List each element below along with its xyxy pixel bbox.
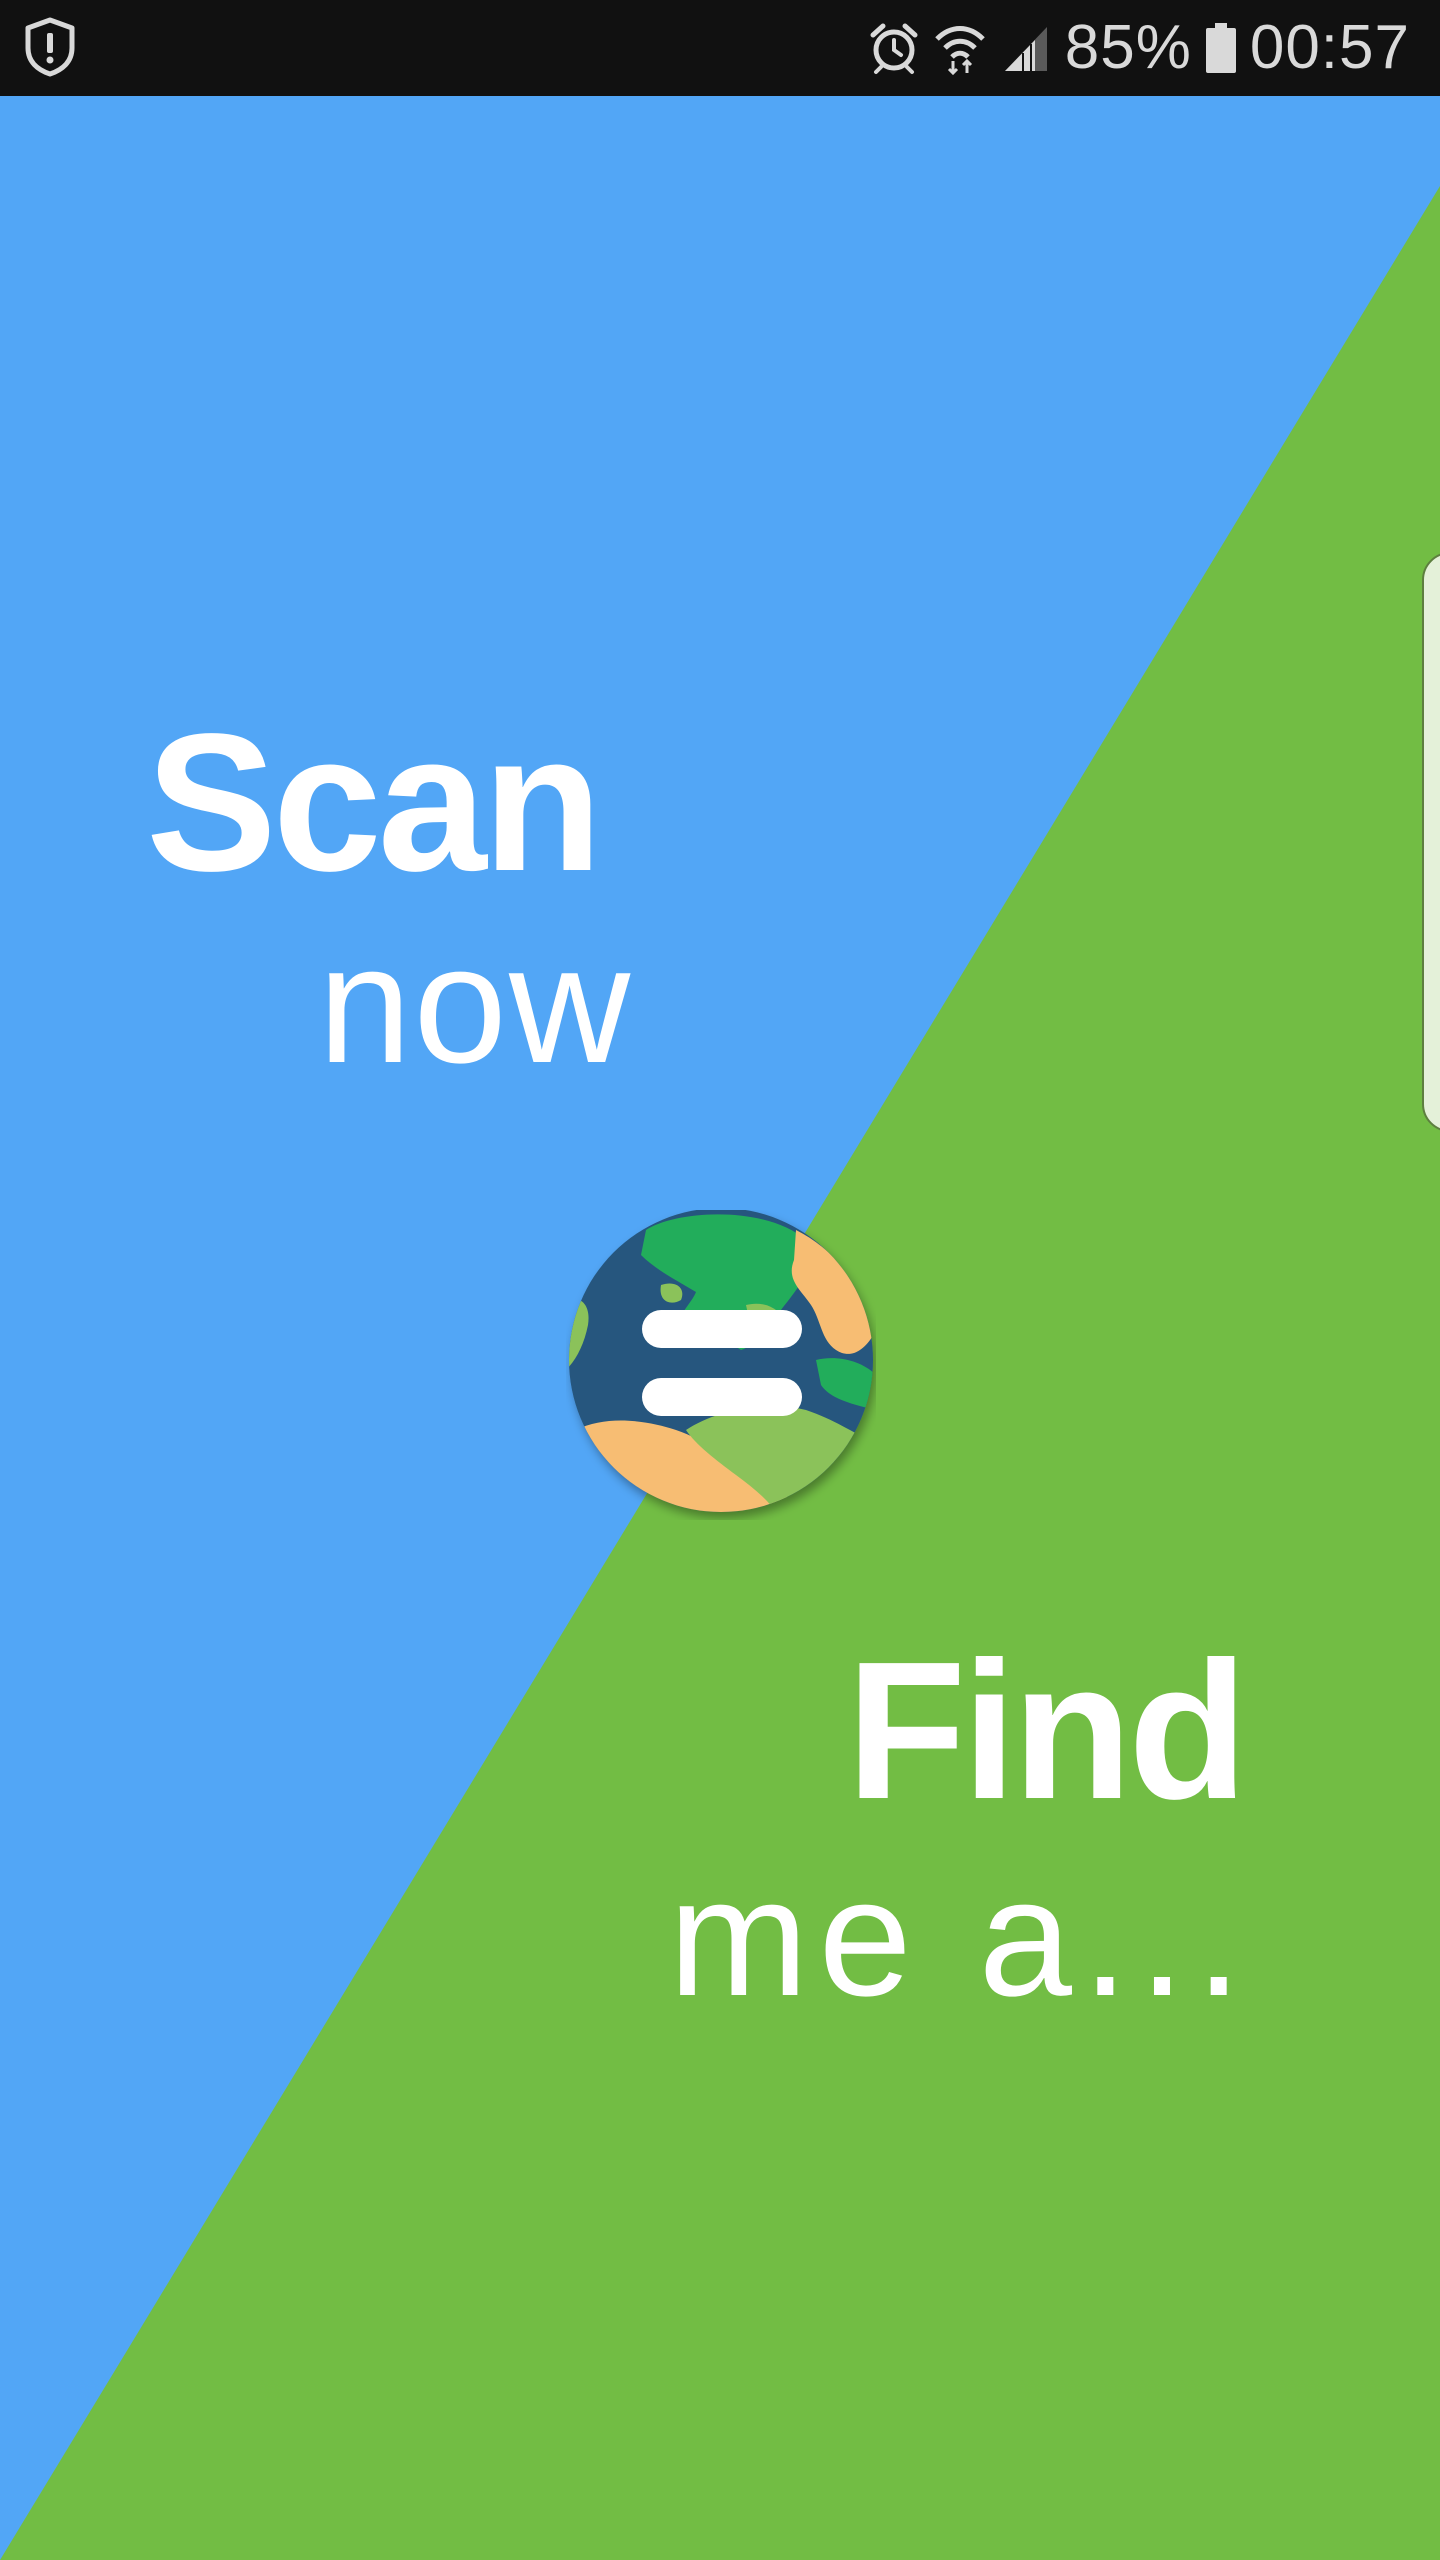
status-bar: 85% 00:57 — [0, 0, 1440, 96]
scan-subtitle[interactable]: now — [318, 920, 632, 1088]
find-title[interactable]: Find — [846, 1633, 1248, 1829]
globe-menu-icon[interactable] — [566, 1208, 876, 1520]
wifi-icon — [933, 21, 987, 75]
app-screen: 85% 00:57 Scan now Find me a... — [0, 0, 1440, 2560]
alarm-icon — [869, 21, 919, 75]
clock-time: 00:57 — [1249, 13, 1410, 82]
find-subtitle[interactable]: me a... — [668, 1853, 1252, 2021]
battery-icon — [1205, 23, 1236, 73]
signal-icon — [1001, 23, 1051, 73]
scan-title[interactable]: Scan — [146, 705, 602, 901]
shield-alert-icon — [22, 16, 78, 78]
battery-percentage: 85% — [1064, 13, 1192, 82]
status-indicators: 85% 00:57 — [869, 0, 1410, 96]
side-drawer-handle[interactable] — [1422, 552, 1440, 1132]
